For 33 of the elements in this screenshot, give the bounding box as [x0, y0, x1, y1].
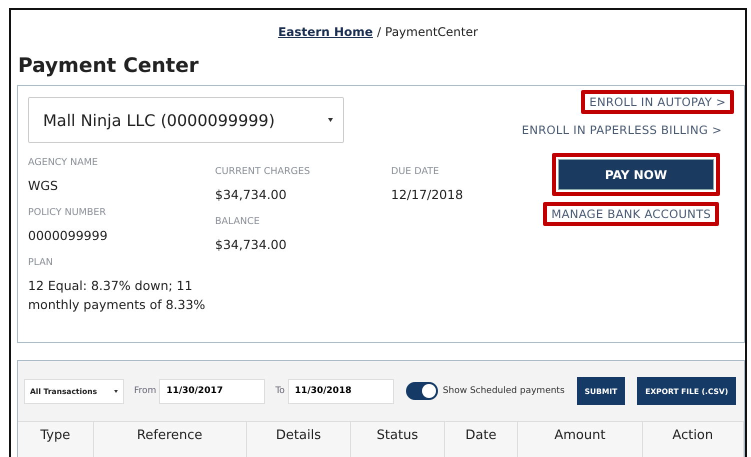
field-label: DUE DATE: [391, 166, 440, 179]
toggle-label: Show Scheduled payments: [442, 386, 565, 396]
from-label: From: [134, 386, 156, 396]
action-link[interactable]: MANAGE BANK ACCOUNTS: [551, 207, 711, 221]
account-dropdown[interactable]: Mall Ninja LLC (0000099999): [28, 97, 344, 143]
field-label: PLAN: [28, 257, 54, 270]
page-title: Payment Center: [18, 53, 200, 79]
column-header: Action: [642, 422, 744, 457]
action-link[interactable]: ENROLL IN PAPERLESS BILLING >: [522, 123, 722, 137]
field-value: 12 Equal: 8.37% down; 11 monthly payments of 8.33%: [28, 277, 206, 314]
column-header: Amount: [518, 422, 643, 457]
column-header: Type: [18, 422, 94, 457]
field-label: CURRENT CHARGES: [215, 166, 311, 179]
column-header: Status: [351, 422, 445, 457]
action-link[interactable]: ENROLL IN AUTOPAY >: [589, 95, 726, 109]
breadcrumb-separator: /: [376, 25, 381, 39]
field-label: BALANCE: [215, 216, 261, 229]
from-date-field[interactable]: 11/30/2017: [159, 378, 266, 404]
column-header: Details: [246, 422, 352, 457]
breadcrumb-current: PaymentCenter: [385, 25, 478, 39]
column-header: Date: [444, 422, 518, 457]
field-value: $34,734.00: [215, 186, 288, 204]
column-header: Reference: [94, 422, 247, 457]
pay-now-button[interactable]: PAY NOW: [558, 159, 714, 190]
field-label: POLICY NUMBER: [28, 207, 107, 220]
field-label: AGENCY NAME: [28, 157, 99, 170]
field-value: $34,734.00: [215, 236, 288, 254]
field-value: 12/17/2018: [391, 186, 464, 204]
breadcrumb-link[interactable]: Eastern Home: [278, 25, 373, 39]
field-value: 0000099999: [28, 227, 109, 245]
to-label: To: [275, 386, 285, 396]
to-date-field[interactable]: 11/30/2018: [288, 378, 394, 404]
field-value: WGS: [28, 177, 59, 195]
